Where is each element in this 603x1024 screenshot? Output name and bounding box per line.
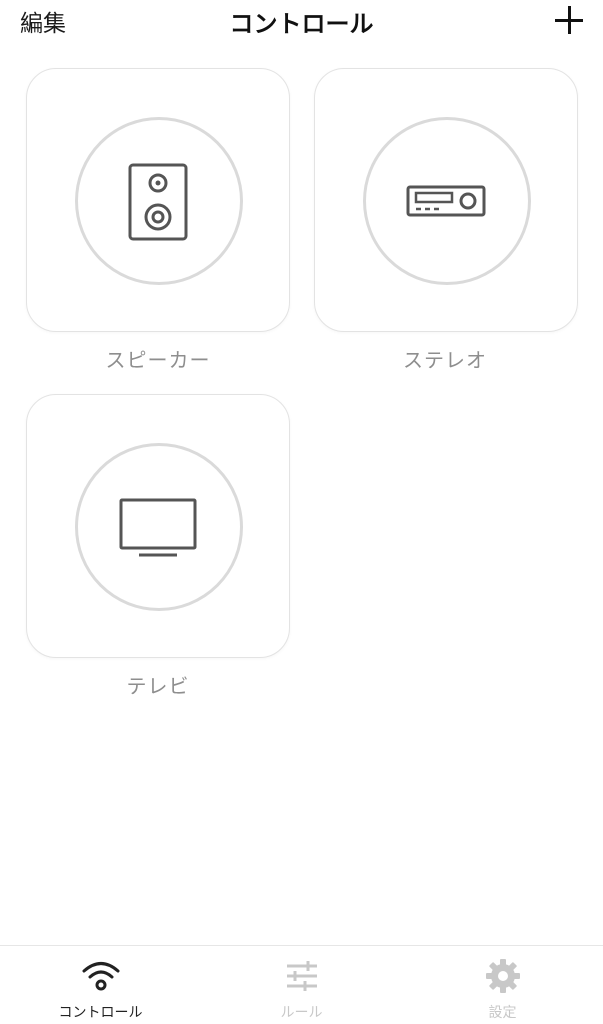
tab-label-control: コントロール: [58, 1005, 143, 1021]
tab-settings[interactable]: 設定: [402, 946, 603, 1024]
stereo-receiver-icon: [406, 185, 486, 217]
device-tile-stereo[interactable]: [314, 68, 578, 332]
device-label-speaker: スピーカー: [105, 348, 211, 372]
controls-screen: 編集 コントロール スピーカー ステレオ テレビ コントロール ルール 設定: [0, 0, 603, 1024]
speaker-icon: [128, 163, 188, 241]
tab-control[interactable]: コントロール: [0, 946, 201, 1024]
add-button[interactable]: [555, 6, 583, 34]
device-label-stereo: ステレオ: [403, 348, 487, 372]
page-title: コントロール: [229, 10, 374, 38]
tab-label-rules: ルール: [280, 1005, 323, 1021]
tv-icon: [119, 498, 197, 557]
tab-bar: コントロール ルール 設定: [0, 945, 603, 1024]
device-tile-tv[interactable]: [26, 394, 290, 658]
device-label-tv: テレビ: [126, 674, 190, 698]
tab-label-settings: 設定: [488, 1005, 517, 1021]
sliders-icon: [287, 961, 317, 991]
wifi-icon: [82, 962, 120, 991]
tab-rules[interactable]: ルール: [201, 946, 402, 1024]
gear-icon: [486, 959, 520, 993]
navigation-header: 編集 コントロール: [0, 0, 603, 44]
device-tile-speaker[interactable]: [26, 68, 290, 332]
